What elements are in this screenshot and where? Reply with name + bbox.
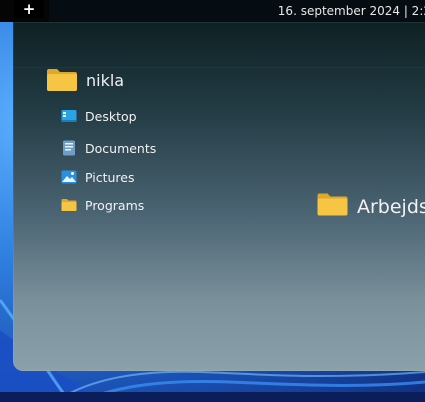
file-browser-panel: nikla Desktop Documents Pictures Program… — [13, 22, 425, 371]
user-folder-label[interactable]: nikla — [86, 71, 124, 90]
user-folder-icon[interactable] — [46, 68, 78, 96]
folder-icon — [61, 197, 77, 213]
tree-item-label: Desktop — [85, 108, 137, 124]
pictures-icon — [61, 169, 77, 185]
tree-item-label: Documents — [85, 140, 157, 156]
folder-label: Arbejds — [357, 195, 425, 218]
add-button[interactable]: + — [14, 0, 44, 18]
tree-item-label: Pictures — [85, 169, 135, 185]
taskbar — [0, 392, 425, 402]
tree-item-programs[interactable]: Programs — [61, 195, 144, 215]
folder-arbejds[interactable]: Arbejds — [317, 193, 425, 220]
tree-item-desktop[interactable]: Desktop — [61, 106, 137, 126]
desktop-icon — [61, 108, 77, 124]
folder-icon — [317, 193, 348, 220]
tree-item-documents[interactable]: Documents — [61, 138, 156, 158]
tree-item-label: Programs — [85, 197, 145, 213]
date-time-display: 16. september 2024 | 2:2 — [49, 0, 425, 22]
top-bar: + 16. september 2024 | 2:2 — [0, 0, 425, 22]
document-icon — [61, 140, 77, 156]
tree-item-pictures[interactable]: Pictures — [61, 167, 135, 187]
